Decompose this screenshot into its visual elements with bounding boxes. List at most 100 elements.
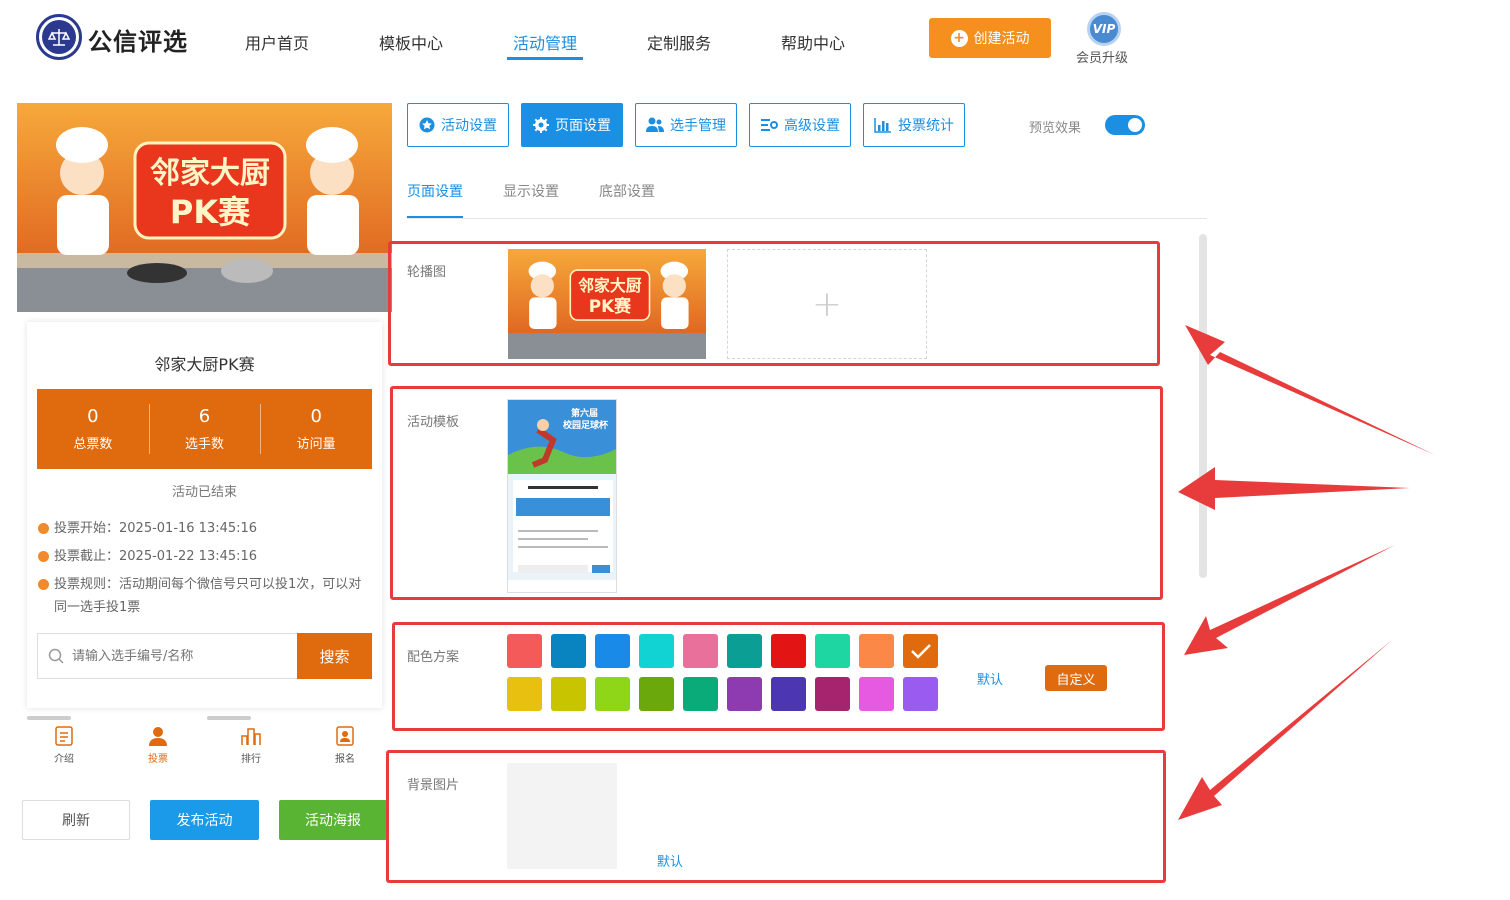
color-swatch[interactable] xyxy=(727,634,762,668)
color-swatch[interactable] xyxy=(815,634,850,668)
template-thumbnail[interactable]: 第六届 校园足球杯 xyxy=(507,399,617,593)
ranking-icon xyxy=(241,728,261,745)
settings-list-icon xyxy=(761,119,778,131)
color-swatch[interactable] xyxy=(903,677,938,711)
stat-value: 0 xyxy=(310,406,322,427)
clock-icon xyxy=(38,551,49,562)
scroll-indicator xyxy=(207,716,251,720)
check-icon xyxy=(911,644,931,659)
banner-title-line1: 邻家大厨 xyxy=(150,156,270,191)
custom-color-button[interactable]: 自定义 xyxy=(1045,665,1107,691)
color-swatch[interactable] xyxy=(903,634,938,668)
subtab-footer-settings[interactable]: 底部设置 xyxy=(599,181,655,201)
carousel-image[interactable]: 邻家大厨 PK赛 xyxy=(508,249,706,359)
color-swatch[interactable] xyxy=(551,634,586,668)
carousel-label: 轮播图 xyxy=(407,265,447,280)
activity-poster-button[interactable]: 活动海报 xyxy=(279,800,387,840)
arrow-icon xyxy=(1178,467,1410,510)
color-default-link[interactable]: 默认 xyxy=(977,669,1003,688)
create-activity-label: 创建活动 xyxy=(973,31,1030,47)
vote-end-text: 投票截止：2025-01-22 13:45:16 xyxy=(54,549,258,564)
stat-label: 总票数 xyxy=(73,437,113,452)
color-swatch[interactable] xyxy=(595,677,630,711)
stat-contestants: 6 选手数 xyxy=(148,389,261,469)
background-default-link[interactable]: 默认 xyxy=(657,851,683,870)
stats-bar: 0 总票数 6 选手数 0 访问量 xyxy=(37,389,372,469)
nav-templates[interactable]: 模板中心 xyxy=(379,30,443,54)
nav-help[interactable]: 帮助中心 xyxy=(781,30,845,54)
plus-icon: + xyxy=(950,29,968,47)
tab-label: 活动设置 xyxy=(441,118,497,134)
carousel-title-line1: 邻家大厨 xyxy=(578,276,641,295)
color-swatch[interactable] xyxy=(639,677,674,711)
tabbar-label: 报名 xyxy=(335,754,355,765)
color-swatch[interactable] xyxy=(771,677,806,711)
search-button[interactable]: 搜索 xyxy=(297,633,372,679)
color-swatch[interactable] xyxy=(639,634,674,668)
carousel-title-line2: PK赛 xyxy=(589,296,631,316)
tab-label: 选手管理 xyxy=(670,118,726,134)
tabbar-vote[interactable]: 投票 xyxy=(128,726,188,765)
tab-label: 投票统计 xyxy=(898,118,954,134)
tab-label: 页面设置 xyxy=(555,118,611,134)
tabbar-intro[interactable]: 介绍 xyxy=(34,726,94,765)
vote-rule-info: 投票规则：活动期间每个微信号只可以投1次，可以对同一选手投1票 xyxy=(38,573,368,619)
logo[interactable] xyxy=(36,14,82,60)
nav-user-home[interactable]: 用户首页 xyxy=(245,30,309,54)
search-input[interactable] xyxy=(72,648,287,664)
activity-banner: 邻家大厨 PK赛 xyxy=(17,103,392,312)
vote-end-info: 投票截止：2025-01-22 13:45:16 xyxy=(38,545,378,568)
color-swatch[interactable] xyxy=(595,634,630,668)
star-icon xyxy=(419,117,435,133)
create-activity-button[interactable]: + 创建活动 xyxy=(929,18,1051,58)
vip-icon[interactable]: VIP xyxy=(1087,12,1121,46)
tab-vote-statistics[interactable]: 投票统计 xyxy=(863,103,965,147)
nav-custom-service[interactable]: 定制服务 xyxy=(647,30,711,54)
template-title-line2: 校园足球杯 xyxy=(563,419,609,431)
signup-icon xyxy=(336,726,354,746)
add-image-button[interactable]: + xyxy=(727,249,927,359)
subtab-display-settings[interactable]: 显示设置 xyxy=(503,181,559,201)
stat-label: 选手数 xyxy=(185,437,225,452)
banner-title-line2: PK赛 xyxy=(170,193,251,231)
color-swatch[interactable] xyxy=(771,634,806,668)
refresh-button[interactable]: 刷新 xyxy=(22,800,130,840)
users-icon xyxy=(646,117,664,132)
color-swatch[interactable] xyxy=(859,677,894,711)
tabbar-label: 投票 xyxy=(148,754,168,765)
color-swatch[interactable] xyxy=(727,677,762,711)
tab-advanced-settings[interactable]: 高级设置 xyxy=(749,103,851,147)
tab-page-settings[interactable]: 页面设置 xyxy=(521,103,623,147)
color-swatch[interactable] xyxy=(859,634,894,668)
color-swatch[interactable] xyxy=(507,634,542,668)
tab-activity-settings[interactable]: 活动设置 xyxy=(407,103,509,147)
publish-activity-button[interactable]: 发布活动 xyxy=(150,800,259,840)
color-swatch[interactable] xyxy=(683,677,718,711)
vote-start-text: 投票开始：2025-01-16 13:45:16 xyxy=(54,521,258,536)
tabbar-label: 介绍 xyxy=(54,754,74,765)
annotation-arrows xyxy=(1178,325,1435,820)
arrow-icon xyxy=(1178,640,1392,820)
vip-upgrade-label[interactable]: 会员升级 xyxy=(1076,47,1128,66)
preview-toggle[interactable] xyxy=(1105,115,1145,135)
nav-activity-management[interactable]: 活动管理 xyxy=(513,30,577,54)
divider xyxy=(407,218,1207,219)
background-label: 背景图片 xyxy=(407,778,460,793)
stat-total-votes: 0 总票数 xyxy=(37,389,149,469)
plus-icon: + xyxy=(811,283,843,325)
vote-start-info: 投票开始：2025-01-16 13:45:16 xyxy=(38,517,378,540)
template-title-line1: 第六届 xyxy=(571,407,598,419)
nav-active-indicator xyxy=(507,57,583,60)
tabbar-signup[interactable]: 报名 xyxy=(315,726,375,765)
color-swatch[interactable] xyxy=(551,677,586,711)
scroll-indicator xyxy=(27,716,71,720)
clock-icon xyxy=(38,523,49,534)
tab-contestant-management[interactable]: 选手管理 xyxy=(635,103,737,147)
tabbar-ranking[interactable]: 排行 xyxy=(221,726,281,765)
background-image-placeholder[interactable] xyxy=(507,763,617,869)
color-swatch[interactable] xyxy=(815,677,850,711)
subtab-page-settings[interactable]: 页面设置 xyxy=(407,181,463,201)
color-swatch[interactable] xyxy=(683,634,718,668)
bar-chart-icon xyxy=(874,118,891,133)
color-swatch[interactable] xyxy=(507,677,542,711)
